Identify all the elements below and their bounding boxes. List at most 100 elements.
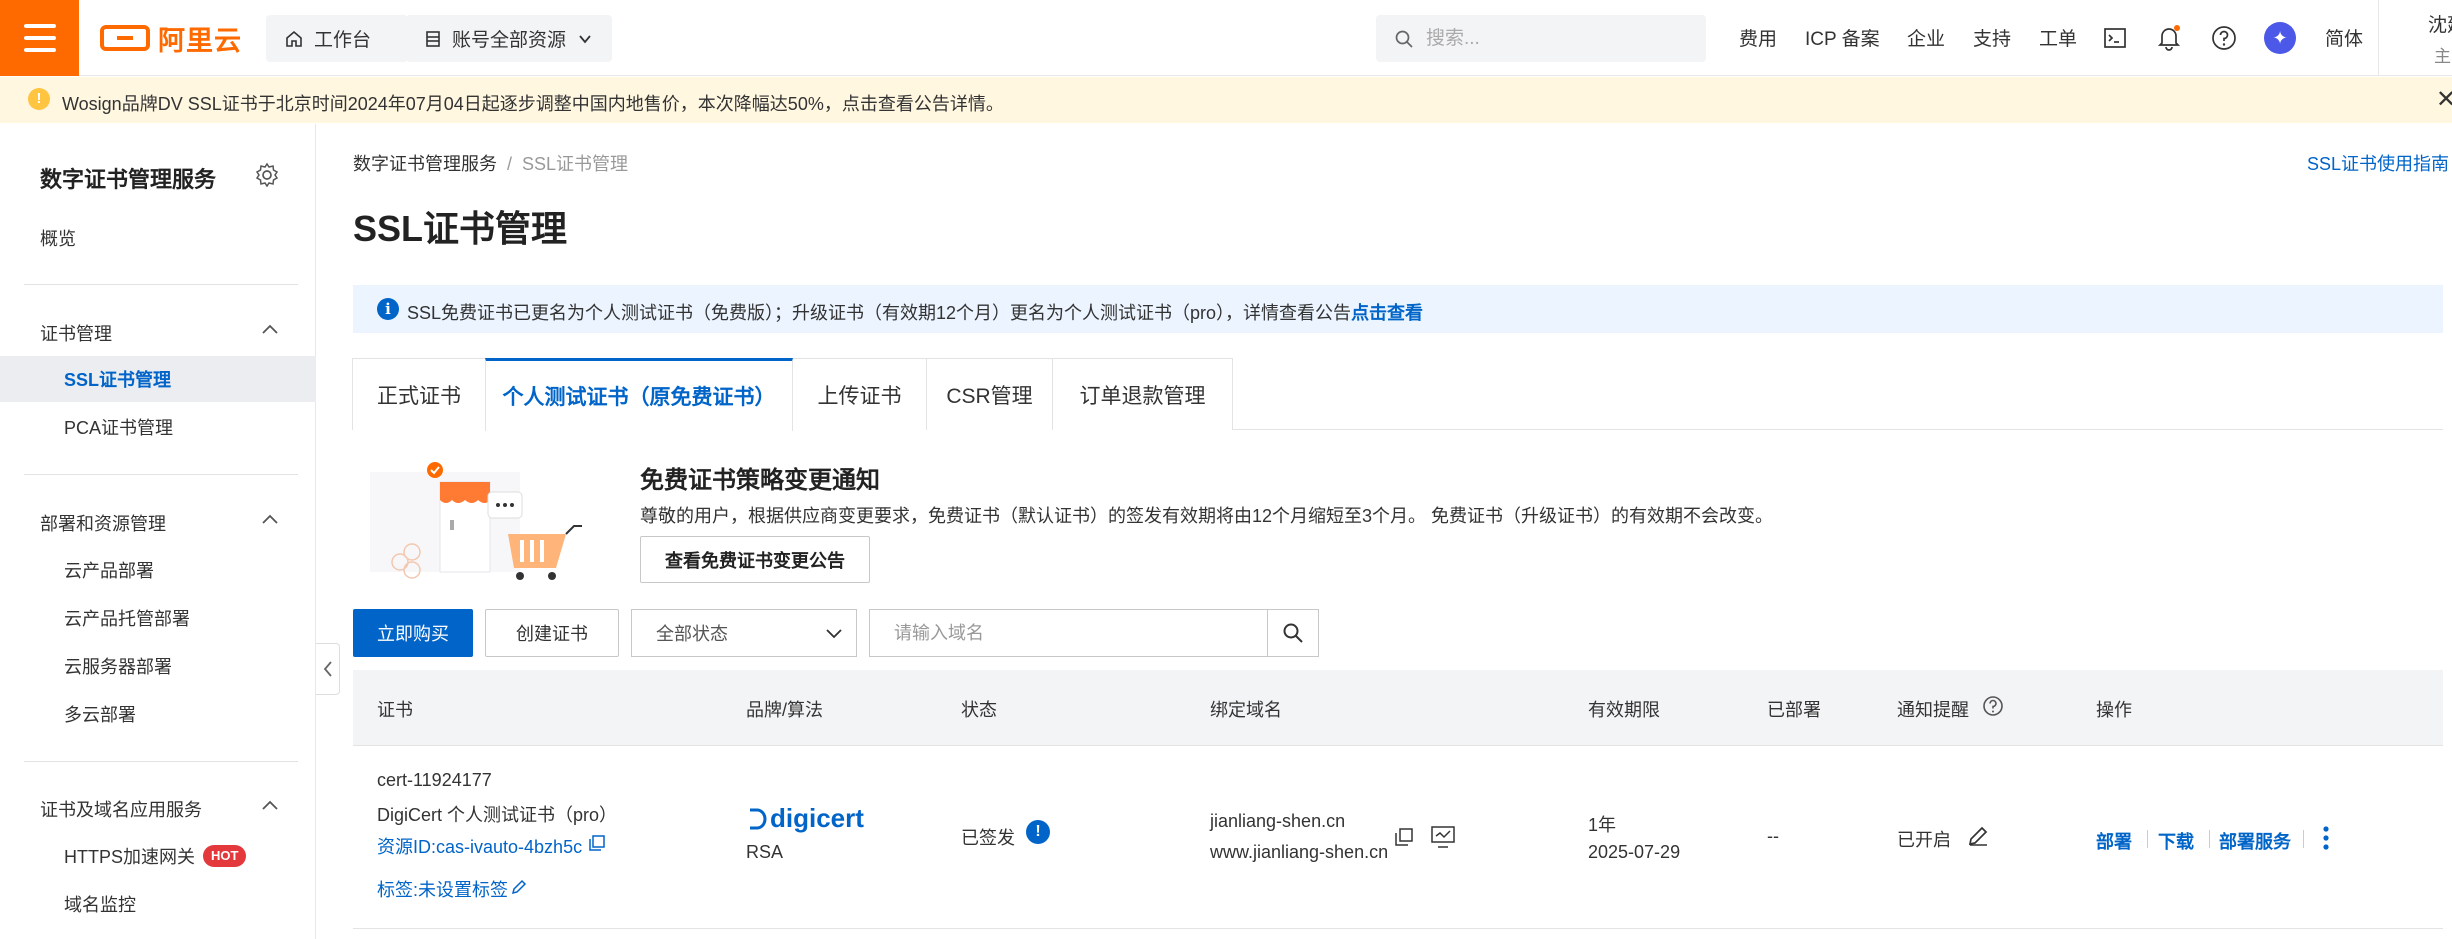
home-icon (286, 30, 302, 47)
sidebar-item-label: SSL证书管理 (64, 370, 172, 390)
edit-icon[interactable] (510, 878, 528, 896)
global-search-input[interactable] (1426, 27, 1686, 50)
resource-list-icon (426, 30, 440, 47)
edit-icon[interactable] (1967, 825, 1989, 847)
sidebar-item-label: 概览 (40, 229, 76, 249)
info-notice-bar: i SSL免费证书已更名为个人测试证书（免费版）；升级证书（有效期12个月）更名… (353, 285, 2443, 333)
sidebar-item-label: 域名监控 (64, 895, 136, 915)
buy-now-button[interactable]: 立即购买 (353, 609, 473, 657)
column-header-brand: 品牌/算法 (746, 700, 824, 720)
sidebar-collapse-button[interactable] (316, 643, 340, 695)
sidebar-item-overview[interactable]: 概览 (0, 215, 316, 261)
resource-id-link[interactable]: 资源ID:cas-ivauto-4bzh5c (377, 833, 582, 859)
column-header-actions: 操作 (2096, 700, 2132, 720)
sidebar-item-server-deploy[interactable]: 云服务器部署 (0, 643, 316, 689)
announcement-banner[interactable]: ! Wosign品牌DV SSL证书于北京时间2024年07月04日起逐步调整中… (0, 77, 2452, 123)
help-icon[interactable] (2208, 22, 2240, 54)
ssl-guide-link[interactable]: SSL证书使用指南 (2307, 150, 2449, 176)
cert-tabs: 正式证书 个人测试证书（原免费证书） 上传证书 CSR管理 订单退款管理 (352, 358, 2443, 431)
tab-refund-management[interactable]: 订单退款管理 (1052, 358, 1233, 430)
sidebar-item-multicloud-deploy[interactable]: 多云部署 (0, 691, 316, 737)
tab-csr-management[interactable]: CSR管理 (926, 358, 1053, 430)
aliyun-logo-mark-icon (100, 25, 150, 51)
breadcrumb-root[interactable]: 数字证书管理服务 (353, 154, 497, 174)
account-resources-label: 账号全部资源 (452, 30, 567, 51)
nav-link-icp[interactable]: ICP 备案 (1805, 24, 1880, 51)
user-role: 主 (2434, 47, 2451, 66)
deploy-service-action[interactable]: 部署服务 (2219, 828, 2291, 854)
monitor-icon[interactable] (1430, 825, 1456, 849)
tab-upload-cert[interactable]: 上传证书 (792, 358, 927, 430)
sidebar-item-label: HTTPS加速网关 (64, 847, 196, 867)
info-notice-text: SSL免费证书已更名为个人测试证书（免费版）；升级证书（有效期12个月）更名为个… (407, 303, 1352, 323)
language-switch[interactable]: 简体 (2325, 24, 2363, 51)
divider (2303, 830, 2304, 848)
bell-icon[interactable] (2153, 22, 2185, 54)
help-icon[interactable] (1982, 695, 2004, 717)
expire-date: 2025-07-29 (1588, 842, 1681, 862)
cert-type: DigiCert 个人测试证书（pro） (377, 805, 618, 825)
sidebar-item-https-gateway[interactable]: HTTPS加速网关 HOT (0, 833, 316, 879)
copy-icon[interactable] (1394, 827, 1414, 847)
warning-icon: ! (28, 88, 50, 110)
avatar[interactable]: ✦ (2264, 22, 2296, 54)
tab-official-cert[interactable]: 正式证书 (352, 358, 486, 430)
sidebar-group-cert-management[interactable]: 证书管理 (40, 320, 112, 346)
divider (2209, 830, 2210, 848)
aliyun-logo[interactable]: 阿里云 (100, 20, 242, 56)
hamburger-menu-icon[interactable] (0, 0, 79, 76)
domain-item: www.jianliang-shen.cn (1210, 842, 1389, 862)
notice-description: 尊敬的用户，根据供应商变更要求，免费证书（默认证书）的签发有效期将由12个月缩短… (640, 506, 1774, 526)
column-header-reminder: 通知提醒 (1897, 700, 1969, 720)
sidebar-item-label: 云产品托管部署 (64, 609, 190, 629)
terminal-icon[interactable] (2099, 22, 2131, 54)
global-search[interactable] (1376, 15, 1706, 62)
column-header-deployed: 已部署 (1767, 700, 1821, 720)
sidebar-title: 数字证书管理服务 (40, 167, 217, 192)
info-notice-link[interactable]: 点击查看 (1351, 303, 1423, 323)
sidebar-item-cloud-product-deploy[interactable]: 云产品部署 (0, 547, 316, 593)
tags-link[interactable]: 标签:未设置标签 (377, 876, 508, 902)
column-header-status: 状态 (961, 700, 997, 720)
nav-link-enterprise[interactable]: 企业 (1907, 24, 1945, 51)
create-cert-button[interactable]: 创建证书 (485, 609, 619, 657)
download-action[interactable]: 下载 (2158, 828, 2194, 854)
status-filter-value: 全部状态 (656, 624, 728, 644)
domain-search-button[interactable] (1267, 609, 1319, 657)
deploy-action[interactable]: 部署 (2096, 828, 2132, 854)
chevron-up-icon[interactable] (260, 796, 280, 816)
sidebar-item-managed-deploy[interactable]: 云产品托管部署 (0, 595, 316, 641)
logo-text: 阿里云 (158, 25, 242, 56)
validity-period: 1年 (1588, 815, 1617, 835)
sidebar-item-ssl-cert[interactable]: SSL证书管理 (0, 356, 316, 402)
sidebar-group-deploy[interactable]: 部署和资源管理 (40, 510, 166, 536)
close-icon[interactable]: ✕ (2436, 85, 2452, 114)
more-actions-icon[interactable] (2322, 825, 2330, 851)
account-resources-dropdown[interactable]: 账号全部资源 (406, 15, 612, 62)
announcement-text[interactable]: Wosign品牌DV SSL证书于北京时间2024年07月04日起逐步调整中国内… (62, 90, 1004, 116)
sidebar-item-label: PCA证书管理 (64, 418, 174, 438)
nav-link-ticket[interactable]: 工单 (2039, 24, 2077, 51)
status-info-icon[interactable]: ! (1026, 820, 1050, 844)
nav-link-support[interactable]: 支持 (1973, 24, 2011, 51)
chevron-up-icon[interactable] (260, 510, 280, 530)
tab-personal-test-cert[interactable]: 个人测试证书（原免费证书） (485, 358, 793, 431)
sidebar-item-domain-monitor[interactable]: 域名监控 (0, 881, 316, 927)
domain-search-input[interactable] (869, 609, 1269, 657)
copy-icon[interactable] (588, 834, 606, 852)
shop-illustration (370, 462, 582, 580)
chevron-up-icon[interactable] (260, 320, 280, 340)
workbench-button[interactable]: 工作台 (266, 15, 408, 62)
divider (2147, 830, 2148, 848)
status-filter-select[interactable]: 全部状态 (631, 609, 857, 657)
workbench-label: 工作台 (314, 30, 372, 51)
view-notice-button[interactable]: 查看免费证书变更公告 (640, 536, 870, 583)
sidebar-group-app-services[interactable]: 证书及域名应用服务 (40, 796, 202, 822)
sidebar-item-pca-cert[interactable]: PCA证书管理 (0, 404, 316, 450)
page-title: SSL证书管理 (353, 208, 568, 249)
user-name[interactable]: 沈建 (2428, 10, 2452, 37)
digicert-mark-icon (750, 808, 767, 829)
nav-link-billing[interactable]: 费用 (1739, 24, 1777, 51)
gear-icon[interactable] (254, 162, 280, 188)
divider (353, 928, 2443, 929)
